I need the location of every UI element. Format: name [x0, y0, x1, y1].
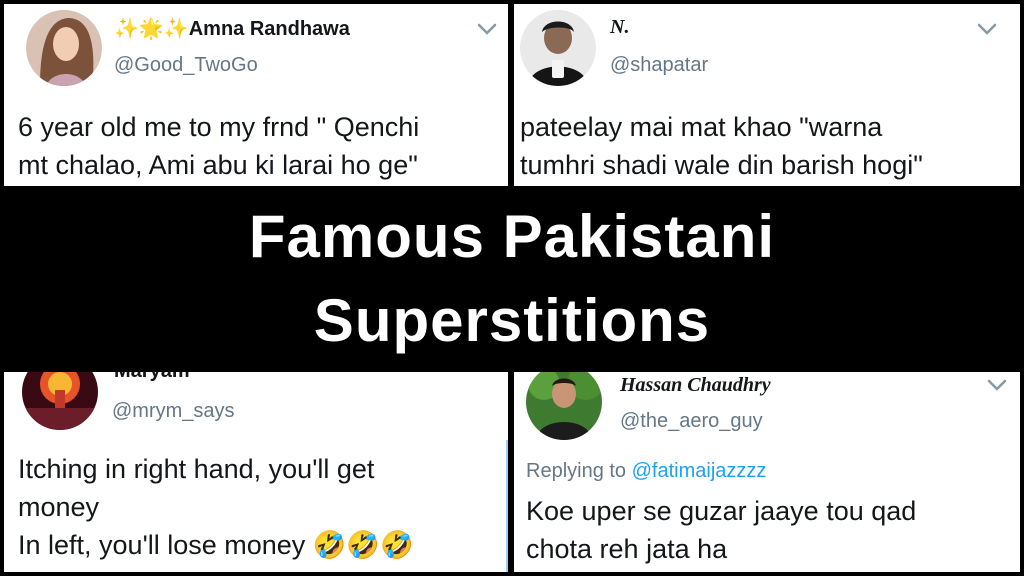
tweet-card-hassan[interactable]: Hassan Chaudhry @the_aero_guy Replying t…: [514, 372, 1020, 572]
reply-mention-link[interactable]: @fatimaijazzzz: [632, 460, 767, 482]
handle[interactable]: @Good_TwoGo: [114, 54, 258, 77]
tweet-text: Itching in right hand, you'll get money …: [18, 454, 414, 560]
display-name-text: Amna Randhawa: [188, 18, 350, 40]
handle[interactable]: @shapatar: [610, 54, 708, 77]
handle[interactable]: @the_aero_guy: [620, 410, 763, 433]
title-banner: Famous Pakistani Superstitions: [0, 186, 1024, 372]
avatar[interactable]: [26, 10, 102, 86]
tweet-text: Koe uper se guzar jaaye tou qad chota re…: [526, 496, 917, 564]
handle[interactable]: @mrym_says: [112, 400, 235, 423]
tweet-text: pateelay mai mat khao "warna tumhri shad…: [520, 112, 923, 180]
display-name[interactable]: ✨🌟✨Amna Randhawa: [114, 16, 350, 41]
avatar[interactable]: [22, 372, 98, 430]
chevron-down-icon[interactable]: [476, 22, 498, 36]
avatar[interactable]: [526, 372, 602, 440]
tweet-text: 6 year old me to my frnd " Qenchi mt cha…: [18, 112, 420, 180]
tweet-card-maryam[interactable]: Maryam @mrym_says Itching in right hand,…: [4, 372, 508, 572]
display-name[interactable]: Hassan Chaudhry: [620, 374, 771, 397]
banner-title-line2: Superstitions: [313, 287, 711, 354]
name-emoji: ✨🌟✨: [114, 16, 189, 40]
display-name[interactable]: Maryam: [114, 372, 190, 383]
thread-line: [506, 440, 508, 572]
chevron-down-icon[interactable]: [986, 378, 1008, 392]
display-name[interactable]: N.: [610, 16, 629, 39]
tweet-card-n[interactable]: N. @shapatar pateelay mai mat khao "warn…: [514, 4, 1020, 186]
chevron-down-icon[interactable]: [976, 22, 998, 36]
replying-to: Replying to @fatimaijazzzz: [526, 460, 766, 483]
avatar[interactable]: [520, 10, 596, 86]
tweet-card-amna[interactable]: ✨🌟✨Amna Randhawa @Good_TwoGo 6 year old …: [4, 4, 508, 186]
replying-to-label: Replying to: [526, 460, 627, 482]
banner-title-line1: Famous Pakistani: [248, 203, 776, 270]
